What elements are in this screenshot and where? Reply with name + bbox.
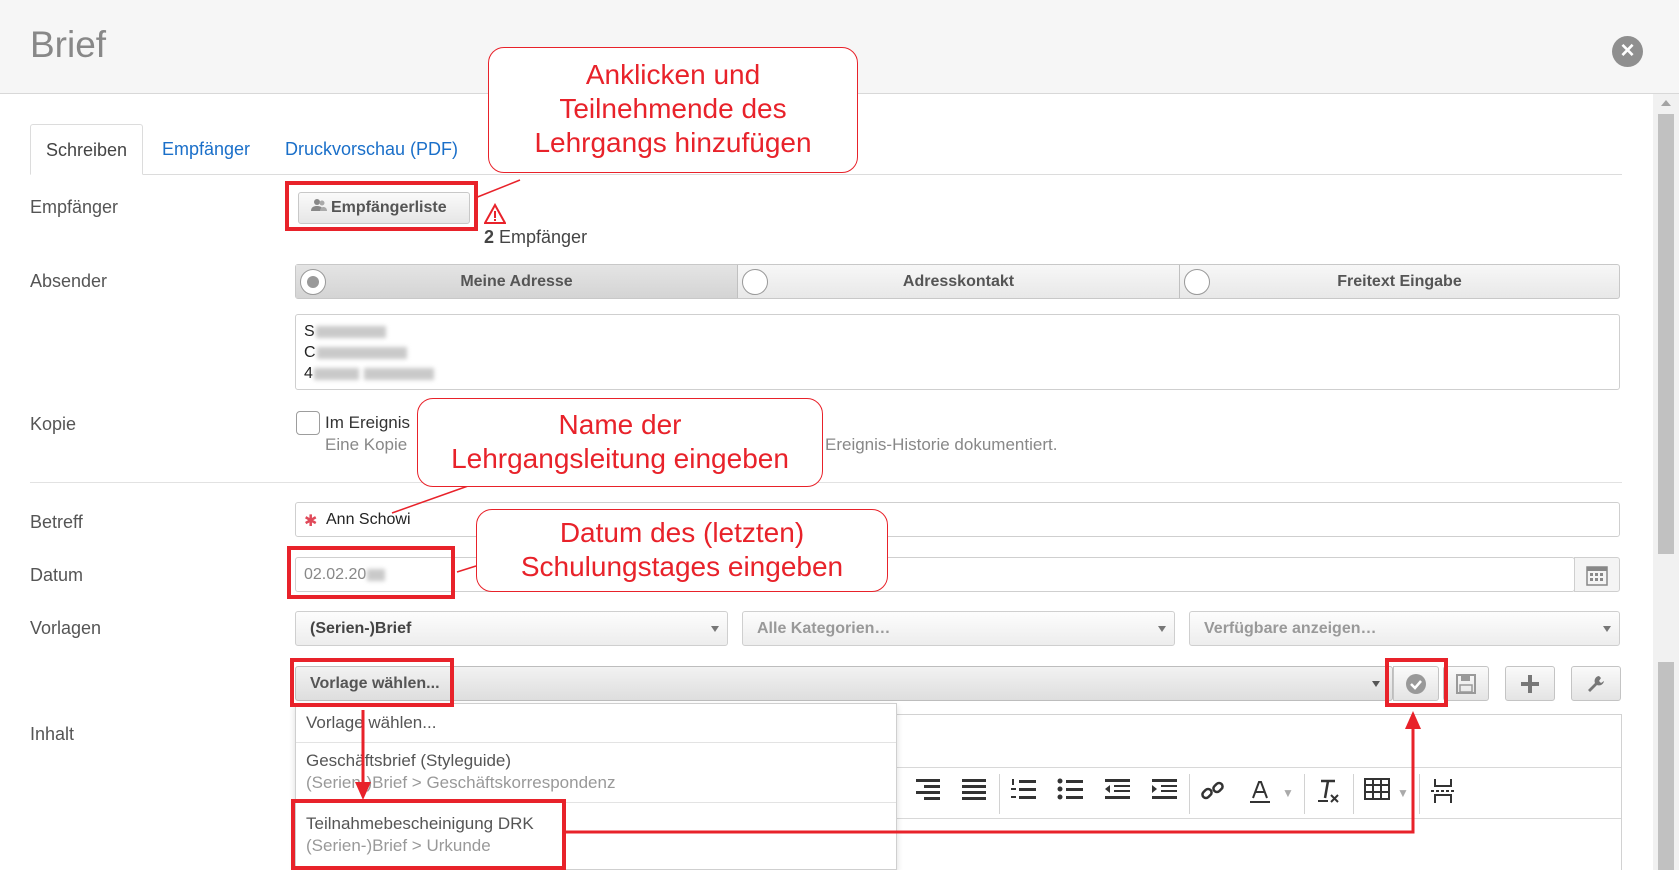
- annotation-bubble-recipients: Anklicken und Teilnehmende des Lehrgangs…: [488, 47, 858, 173]
- tab-schreiben[interactable]: Schreiben: [30, 124, 144, 175]
- annotation-bubble-subject: Name der Lehrgangsleitung eingeben: [417, 398, 823, 487]
- annotation-bubble-date: Datum des (letzten) Schulungstages einge…: [476, 509, 888, 592]
